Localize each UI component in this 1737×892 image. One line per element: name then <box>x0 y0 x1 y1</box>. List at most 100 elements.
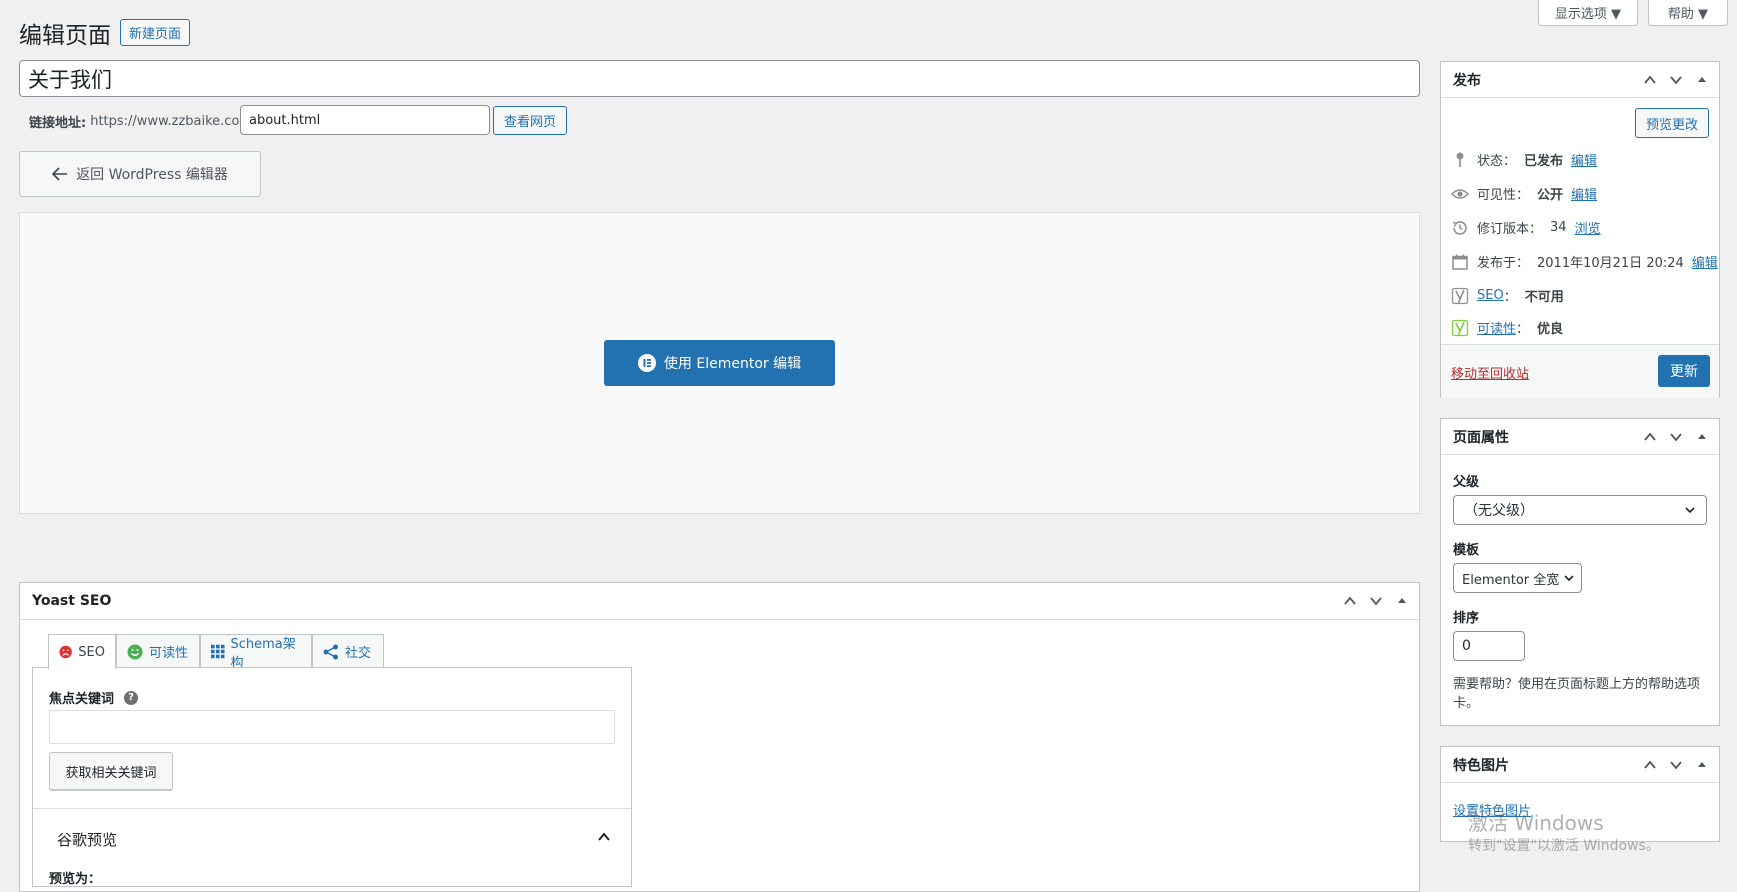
yoast-tab-schema-label: Schema架构 <box>230 636 296 671</box>
view-page-button[interactable]: 查看网页 <box>493 106 567 135</box>
template-label: 模板 <box>1453 543 1480 558</box>
move-up-icon[interactable] <box>1643 430 1657 444</box>
new-page-button[interactable]: 新建页面 <box>120 19 190 46</box>
sad-face-icon <box>59 645 72 659</box>
visibility-value: 公开 <box>1537 188 1564 203</box>
yoast-tab-schema[interactable]: Schema架构 <box>200 634 312 671</box>
readability-score-link[interactable]: 可读性 <box>1477 318 1516 337</box>
share-icon <box>323 644 338 659</box>
status-label: 状态： <box>1477 154 1517 169</box>
revisions-label: 修订版本： <box>1477 222 1543 237</box>
chevron-down-icon <box>1564 575 1574 582</box>
chevron-down-icon <box>1685 507 1695 514</box>
elementor-icon <box>637 354 656 372</box>
help-button[interactable]: 帮助 ▼ <box>1648 0 1728 26</box>
yoast-tab-seo-label: SEO <box>78 644 105 660</box>
calendar-icon <box>1452 254 1468 270</box>
move-up-icon[interactable] <box>1643 758 1657 772</box>
readability-score-value: 优良 <box>1537 322 1564 337</box>
order-input[interactable]: 0 <box>1453 631 1525 661</box>
parent-select[interactable]: （无父级） <box>1453 495 1707 525</box>
seo-score-separator: ： <box>1503 290 1517 305</box>
toggle-panel-icon[interactable] <box>1695 758 1709 772</box>
move-up-icon[interactable] <box>1343 594 1357 608</box>
yoast-tab-social-label: 社交 <box>345 646 372 661</box>
focus-keyword-input[interactable] <box>49 710 615 744</box>
preview-as-label: 预览为： <box>49 872 102 887</box>
status-value: 已发布 <box>1524 154 1564 169</box>
yoast-readability-icon <box>1451 319 1469 336</box>
seo-score-value: 不可用 <box>1524 290 1564 305</box>
permalink-slug-input[interactable]: about.html <box>240 105 490 135</box>
eye-icon <box>1451 188 1469 199</box>
get-related-keywords-button[interactable]: 获取相关关键词 <box>49 752 173 790</box>
order-label: 排序 <box>1453 611 1480 626</box>
template-select[interactable]: Elementor 全宽 <box>1453 563 1582 593</box>
google-preview-heading[interactable]: 谷歌预览 <box>57 829 117 850</box>
toggle-panel-icon[interactable] <box>1695 73 1709 87</box>
page-attributes-box: 页面属性 父级 （无父级） 模板 Elementor 全宽 排序 0 需要帮助？… <box>1440 418 1720 726</box>
publish-box-title: 发布 <box>1453 72 1481 89</box>
yoast-seo-title: Yoast SEO <box>32 593 112 609</box>
windows-watermark-title: 激活 Windows <box>1468 811 1604 835</box>
post-title-input[interactable]: 关于我们 <box>19 60 1420 97</box>
yoast-tab-readability[interactable]: 可读性 <box>116 634 200 668</box>
revisions-browse-link[interactable]: 浏览 <box>1575 218 1601 237</box>
move-down-icon[interactable] <box>1669 430 1683 444</box>
page-attributes-help-text: 需要帮助？使用在页面标题上方的帮助选项卡。 <box>1453 677 1701 711</box>
preview-changes-button[interactable]: 预览更改 <box>1635 108 1709 138</box>
chevron-up-icon[interactable] <box>597 830 611 844</box>
toggle-panel-icon[interactable] <box>1395 594 1409 608</box>
edit-with-elementor-label: 使用 Elementor 编辑 <box>663 356 802 372</box>
yoast-seo-icon <box>1451 287 1469 304</box>
featured-image-title: 特色图片 <box>1453 757 1509 774</box>
move-up-icon[interactable] <box>1643 73 1657 87</box>
revisions-value: 34 <box>1550 220 1567 235</box>
permalink-label: 链接地址: <box>29 116 87 131</box>
yoast-seo-panel: 焦点关键词 ? 获取相关关键词 谷歌预览 预览为： <box>32 667 632 887</box>
parent-label: 父级 <box>1453 475 1480 490</box>
yoast-tab-readability-label: 可读性 <box>149 646 189 661</box>
yoast-tab-seo[interactable]: SEO <box>48 634 116 669</box>
update-button[interactable]: 更新 <box>1658 355 1710 387</box>
toggle-panel-icon[interactable] <box>1695 430 1709 444</box>
published-date-row: 发布于： 2011年10月21日 20:24 编辑 <box>1451 252 1718 271</box>
yoast-tab-social[interactable]: 社交 <box>312 634 384 668</box>
template-select-value: Elementor 全宽 <box>1462 572 1560 588</box>
back-to-wp-editor-button[interactable]: 返回 WordPress 编辑器 <box>19 151 261 197</box>
move-to-trash-link[interactable]: 移动至回收站 <box>1451 363 1529 382</box>
page-title: 编辑页面 <box>19 23 111 49</box>
help-label: 帮助 ▼ <box>1667 7 1709 22</box>
move-down-icon[interactable] <box>1669 758 1683 772</box>
visibility-edit-link[interactable]: 编辑 <box>1571 184 1597 203</box>
move-down-icon[interactable] <box>1669 73 1683 87</box>
focus-keyword-label: 焦点关键词 <box>49 692 115 707</box>
grid-icon <box>211 644 225 659</box>
pin-icon <box>1456 152 1464 167</box>
readability-score-separator: ： <box>1516 322 1530 337</box>
back-to-wp-editor-label: 返回 WordPress 编辑器 <box>76 167 228 183</box>
edit-with-elementor-button[interactable]: 使用 Elementor 编辑 <box>604 340 835 386</box>
visibility-row: 可见性： 公开 编辑 <box>1451 184 1597 203</box>
published-value: 2011年10月21日 20:24 <box>1537 256 1684 271</box>
status-edit-link[interactable]: 编辑 <box>1571 150 1597 169</box>
readability-score-row: 可读性 ： 优良 <box>1451 318 1563 337</box>
seo-score-row: SEO ： 不可用 <box>1451 286 1564 305</box>
screen-options-label: 显示选项 ▼ <box>1554 7 1622 22</box>
parent-select-value: （无父级） <box>1464 503 1534 519</box>
move-down-icon[interactable] <box>1369 594 1383 608</box>
published-edit-link[interactable]: 编辑 <box>1692 252 1718 271</box>
permalink-base: https://www.zzbaike.com/ <box>90 114 257 129</box>
help-question-icon[interactable]: ? <box>124 690 139 705</box>
visibility-label: 可见性： <box>1477 188 1530 203</box>
history-icon <box>1452 220 1467 235</box>
published-label: 发布于： <box>1477 256 1530 271</box>
publish-box: 发布 预览更改 状态： 已发布 编辑 可见性： 公开 编辑 修订版本： 34 浏… <box>1440 61 1720 398</box>
page-attributes-title: 页面属性 <box>1453 429 1509 446</box>
arrow-left-icon <box>52 167 68 181</box>
panel-divider <box>33 808 631 809</box>
revisions-row: 修订版本： 34 浏览 <box>1451 218 1601 237</box>
status-row: 状态： 已发布 编辑 <box>1451 150 1597 169</box>
screen-options-button[interactable]: 显示选项 ▼ <box>1538 0 1638 26</box>
seo-score-link[interactable]: SEO <box>1477 288 1504 303</box>
